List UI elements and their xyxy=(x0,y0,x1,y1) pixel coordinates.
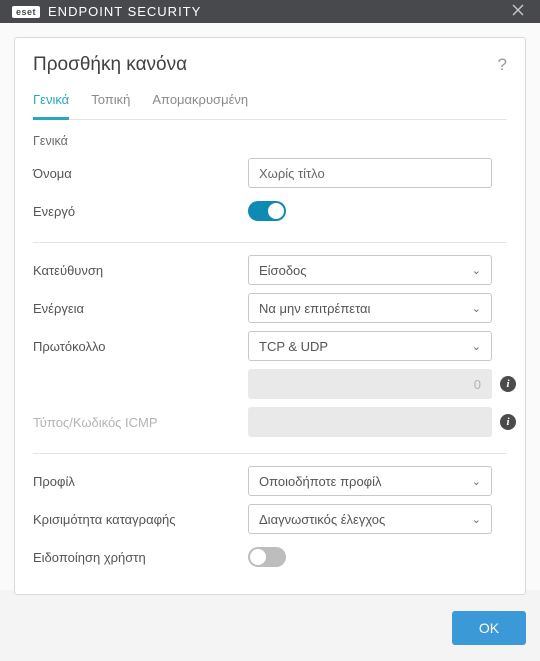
action-label: Ενέργεια xyxy=(33,301,248,316)
chevron-down-icon: ⌄ xyxy=(472,302,481,315)
enabled-toggle[interactable] xyxy=(248,201,286,221)
enabled-label: Ενεργό xyxy=(33,204,248,219)
protocol-value: TCP & UDP xyxy=(259,339,328,354)
dialog-window: eset ENDPOINT SECURITY Προσθήκη κανόνα ?… xyxy=(0,0,540,590)
chevron-down-icon: ⌄ xyxy=(472,475,481,488)
profile-select[interactable]: Οποιοδήποτε προφίλ ⌄ xyxy=(248,466,492,496)
ok-button[interactable]: OK xyxy=(452,611,526,645)
tab-remote[interactable]: Απομακρυσμένη xyxy=(152,86,248,120)
protocol-select[interactable]: TCP & UDP ⌄ xyxy=(248,331,492,361)
icmp-input xyxy=(248,407,492,437)
direction-label: Κατεύθυνση xyxy=(33,263,248,278)
brand-badge: eset xyxy=(12,6,40,18)
tab-general[interactable]: Γενικά xyxy=(33,86,69,120)
protocol-number-input: 0 xyxy=(248,369,492,399)
protocol-number-value: 0 xyxy=(474,377,481,392)
protocol-label: Πρωτόκολλο xyxy=(33,339,248,354)
title-bar: eset ENDPOINT SECURITY xyxy=(0,0,540,23)
dialog-footer: OK xyxy=(0,595,540,661)
severity-value: Διαγνωστικός έλεγχος xyxy=(259,512,385,527)
severity-select[interactable]: Διαγνωστικός έλεγχος ⌄ xyxy=(248,504,492,534)
page-title: Προσθήκη κανόνα xyxy=(33,54,187,76)
dialog-content: Προσθήκη κανόνα ? Γενικά Τοπική Απομακρυ… xyxy=(0,23,540,595)
direction-select[interactable]: Είσοδος ⌄ xyxy=(248,255,492,285)
notify-toggle[interactable] xyxy=(248,547,286,567)
brand-text: ENDPOINT SECURITY xyxy=(48,4,201,19)
tab-local[interactable]: Τοπική xyxy=(91,86,130,120)
divider xyxy=(33,242,507,243)
help-icon[interactable]: ? xyxy=(498,55,507,75)
info-icon[interactable]: i xyxy=(500,414,516,430)
chevron-down-icon: ⌄ xyxy=(472,264,481,277)
brand: eset ENDPOINT SECURITY xyxy=(12,4,201,19)
chevron-down-icon: ⌄ xyxy=(472,340,481,353)
profile-label: Προφίλ xyxy=(33,474,248,489)
tabs: Γενικά Τοπική Απομακρυσμένη xyxy=(33,86,507,120)
name-label: Όνομα xyxy=(33,166,248,181)
severity-label: Κρισιμότητα καταγραφής xyxy=(33,512,248,527)
icmp-label: Τύπος/Κωδικός ICMP xyxy=(33,415,248,430)
section-general-header: Γενικά xyxy=(33,120,507,156)
divider xyxy=(33,453,507,454)
action-select[interactable]: Να μην επιτρέπεται ⌄ xyxy=(248,293,492,323)
direction-value: Είσοδος xyxy=(259,263,307,278)
info-icon[interactable]: i xyxy=(500,376,516,392)
notify-label: Ειδοποίηση χρήστη xyxy=(33,550,248,565)
panel: Προσθήκη κανόνα ? Γενικά Τοπική Απομακρυ… xyxy=(14,37,526,595)
name-input[interactable] xyxy=(248,158,492,188)
action-value: Να μην επιτρέπεται xyxy=(259,301,370,316)
close-icon[interactable] xyxy=(508,0,528,23)
chevron-down-icon: ⌄ xyxy=(472,513,481,526)
profile-value: Οποιοδήποτε προφίλ xyxy=(259,474,382,489)
